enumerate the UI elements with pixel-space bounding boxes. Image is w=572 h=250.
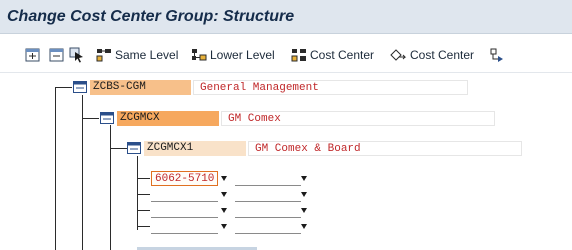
chevron-down-icon[interactable]	[301, 176, 307, 181]
chevron-down-icon[interactable]	[301, 208, 307, 213]
chevron-down-icon[interactable]	[221, 176, 227, 181]
page-title: Change Cost Center Group: Structure	[7, 8, 295, 25]
lower-level-icon	[192, 49, 207, 61]
cost-center-2-button[interactable]: Cost Center	[390, 44, 474, 66]
folder-node-icon[interactable]	[100, 112, 114, 124]
tree-connector	[137, 156, 138, 230]
grandchild-group-code[interactable]: ZCGMCX1	[144, 141, 246, 156]
tree-connector	[137, 194, 150, 195]
cost-center-2-label: Cost Center	[410, 48, 475, 62]
cost-center-to-input[interactable]	[235, 171, 301, 186]
chevron-down-icon[interactable]	[221, 192, 227, 197]
same-level-icon	[96, 49, 111, 62]
cost-center-button[interactable]: Cost Center	[291, 44, 374, 66]
chevron-down-icon[interactable]	[301, 224, 307, 229]
tree-connector	[110, 148, 127, 149]
lower-level-label: Lower Level	[210, 48, 275, 62]
select-cursor-icon[interactable]	[69, 47, 85, 63]
child-group-description[interactable]: GM Comex	[221, 111, 495, 126]
move-cost-center-icon	[390, 49, 407, 61]
cost-center-from-input[interactable]: 6062-5710	[151, 171, 218, 186]
tree-connector	[137, 210, 150, 211]
tree-connector	[110, 125, 111, 250]
tree-connector	[55, 87, 56, 250]
root-group-description[interactable]: General Management	[193, 80, 468, 95]
cost-center-from-input[interactable]	[151, 203, 218, 218]
transfer-icon[interactable]	[489, 47, 505, 63]
tree-connector	[137, 226, 150, 227]
chevron-down-icon[interactable]	[301, 192, 307, 197]
folder-node-icon[interactable]	[73, 81, 87, 93]
title-bar: Change Cost Center Group: Structure	[0, 0, 572, 34]
lower-level-button[interactable]: Lower Level	[191, 44, 275, 66]
tree-connector	[55, 87, 72, 88]
chevron-down-icon[interactable]	[221, 224, 227, 229]
application-toolbar	[0, 35, 572, 73]
cost-center-from-input[interactable]	[151, 219, 218, 234]
cost-center-to-input[interactable]	[235, 219, 301, 234]
cost-center-icon	[291, 49, 306, 62]
child-group-code[interactable]: ZCGMCX	[117, 111, 219, 126]
cost-center-to-input[interactable]	[235, 203, 301, 218]
tree-connector	[137, 178, 150, 179]
cost-center-from-input[interactable]	[151, 187, 218, 202]
same-level-label: Same Level	[115, 48, 179, 62]
same-level-button[interactable]: Same Level	[96, 44, 178, 66]
root-group-code[interactable]: ZCBS-CGM	[90, 80, 191, 95]
collapse-subtree-icon[interactable]	[49, 47, 65, 63]
grandchild-group-description[interactable]: GM Comex & Board	[248, 141, 522, 156]
cost-center-to-input[interactable]	[235, 187, 301, 202]
chevron-down-icon[interactable]	[221, 208, 227, 213]
cost-center-label: Cost Center	[310, 48, 375, 62]
expand-subtree-icon[interactable]	[25, 47, 41, 63]
folder-node-icon[interactable]	[127, 142, 141, 154]
tree-connector	[82, 118, 99, 119]
